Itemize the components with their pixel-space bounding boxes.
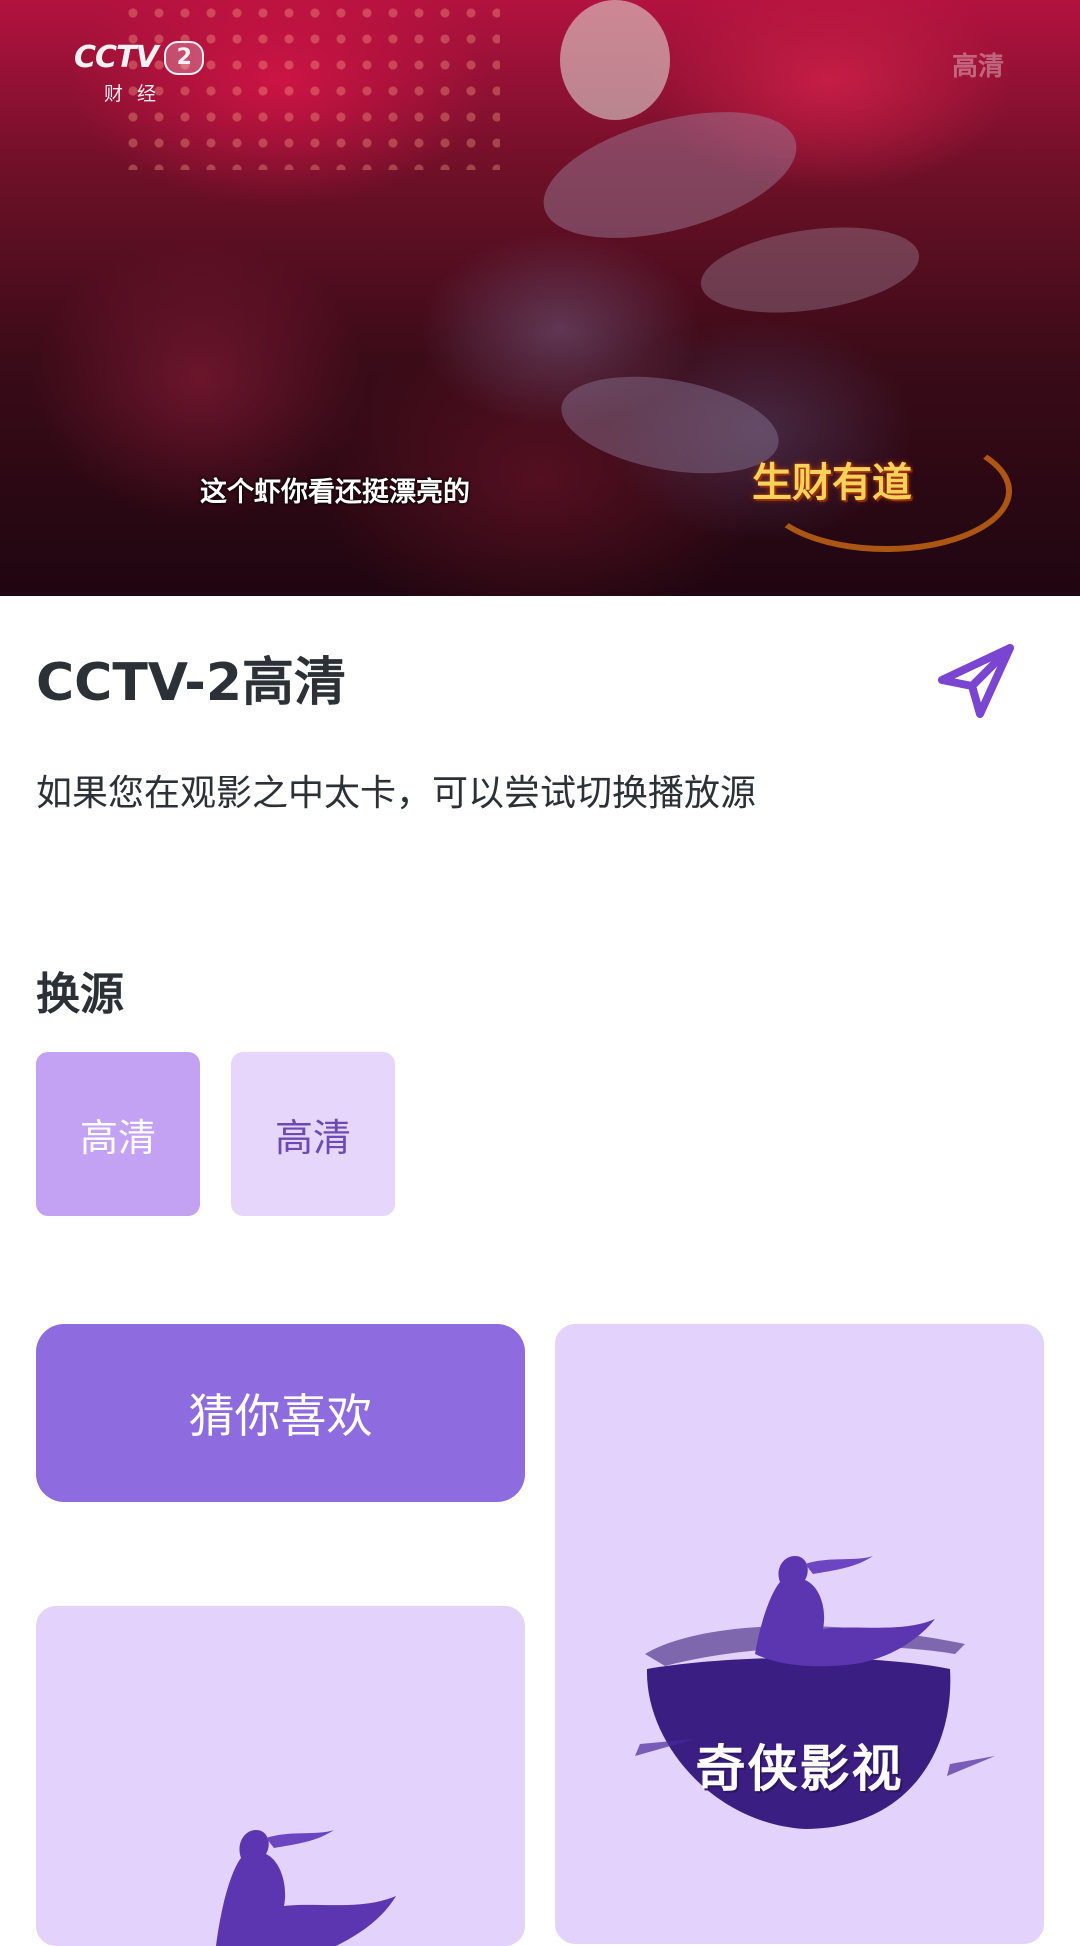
source-section-title: 换源	[36, 969, 124, 1020]
recommend-card[interactable]	[36, 1606, 525, 1946]
share-button[interactable]	[930, 636, 1020, 726]
channel-logo: CCTV 2 财经	[74, 40, 214, 106]
show-logo: 生财有道	[752, 459, 912, 506]
page-title: CCTV-2高清	[36, 653, 347, 713]
video-player[interactable]: CCTV 2 财经 高清 这个虾你看还挺漂亮的 生财有道	[0, 0, 1080, 596]
channel-logo-text: CCTV	[74, 40, 159, 75]
video-subtitle: 这个虾你看还挺漂亮的	[200, 477, 470, 508]
source-option-1[interactable]: 高清	[36, 1052, 200, 1216]
video-frame-shape	[560, 0, 670, 120]
guess-you-like-button[interactable]: 猜你喜欢	[36, 1324, 525, 1502]
brand-name: 奇侠影视	[695, 1739, 904, 1798]
brand-logo	[216, 1830, 396, 1946]
channel-logo-number: 2	[163, 40, 204, 75]
source-hint: 如果您在观影之中太卡，可以尝试切换播放源	[36, 773, 757, 814]
source-option-2[interactable]: 高清	[231, 1052, 395, 1216]
video-frame-shape	[530, 88, 810, 262]
send-icon	[938, 644, 1014, 718]
recommend-card[interactable]: 奇侠影视	[555, 1324, 1044, 1944]
channel-logo-subtitle: 财经	[104, 83, 171, 105]
brand-logo	[635, 1556, 995, 1829]
video-frame-shape	[695, 215, 925, 325]
quality-watermark: 高清	[951, 52, 1004, 82]
